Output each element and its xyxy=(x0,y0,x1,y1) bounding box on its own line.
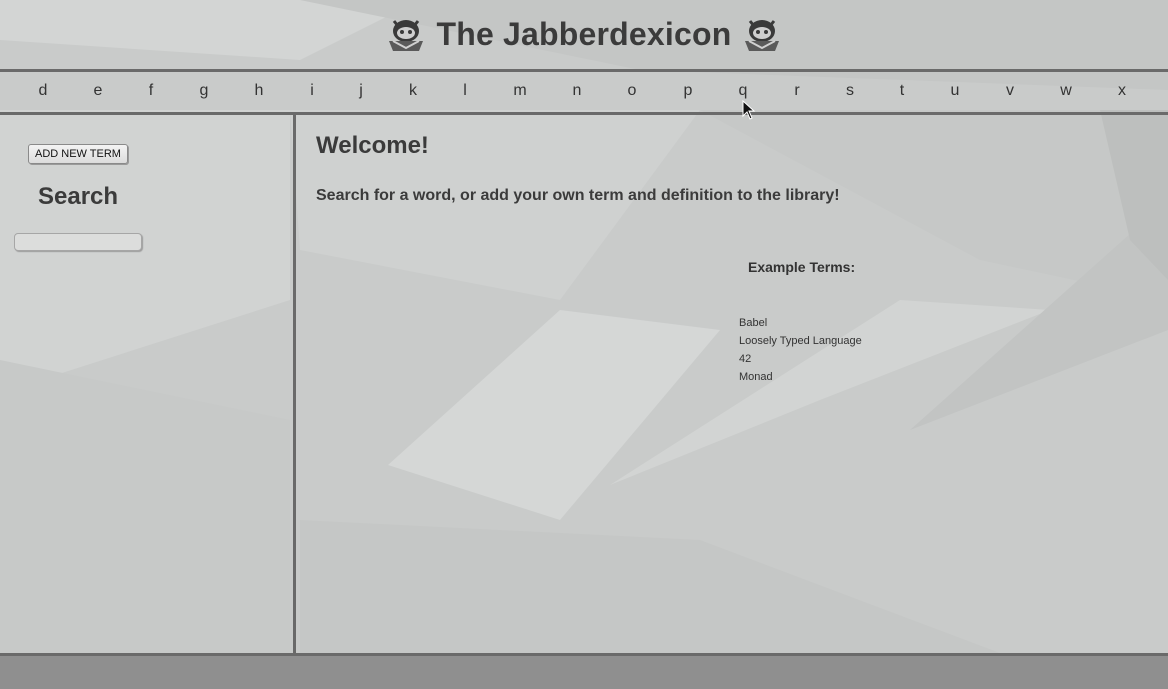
example-terms-heading: Example Terms: xyxy=(748,259,856,275)
example-term-link[interactable]: 42 xyxy=(739,350,862,368)
letter-link-x[interactable]: x xyxy=(1112,82,1132,100)
search-input[interactable] xyxy=(14,233,142,251)
letter-link-u[interactable]: u xyxy=(945,82,965,100)
letter-link-o[interactable]: o xyxy=(622,82,642,100)
main-content: Welcome! Search for a word, or add your … xyxy=(296,115,1168,653)
letter-link-g[interactable]: g xyxy=(194,82,214,100)
site-title: The Jabberdexicon xyxy=(436,16,732,52)
mouse-cursor-icon xyxy=(742,100,756,120)
letter-link-e[interactable]: e xyxy=(88,82,108,100)
letter-link-d[interactable]: d xyxy=(33,82,53,100)
letter-link-j[interactable]: j xyxy=(351,82,371,100)
site-header: The Jabberdexicon xyxy=(0,0,1168,69)
letter-link-f[interactable]: f xyxy=(141,82,161,100)
letter-link-w[interactable]: w xyxy=(1056,82,1076,100)
example-terms-list: Babel Loosely Typed Language 42 Monad xyxy=(739,314,862,386)
footer-bar xyxy=(0,653,1168,689)
letter-link-s[interactable]: s xyxy=(840,82,860,100)
letter-link-i[interactable]: i xyxy=(302,82,322,100)
letter-link-r[interactable]: r xyxy=(787,82,807,100)
example-term-link[interactable]: Monad xyxy=(739,368,862,386)
octocat-mascot-icon xyxy=(389,19,424,51)
letter-link-v[interactable]: v xyxy=(1000,82,1020,100)
letter-link-n[interactable]: n xyxy=(567,82,587,100)
example-term-link[interactable]: Loosely Typed Language xyxy=(739,332,862,350)
letter-link-k[interactable]: k xyxy=(403,82,423,100)
letter-link-l[interactable]: l xyxy=(455,82,475,100)
letter-link-t[interactable]: t xyxy=(892,82,912,100)
octocat-mascot-icon xyxy=(744,19,779,51)
letter-link-p[interactable]: p xyxy=(678,82,698,100)
example-term-link[interactable]: Babel xyxy=(739,314,862,332)
letter-link-m[interactable]: m xyxy=(510,82,530,100)
alphabet-nav: d e f g h i j k l m n o p q r s t u v w x xyxy=(0,69,1168,115)
letter-link-h[interactable]: h xyxy=(249,82,269,100)
letter-link-q[interactable]: q xyxy=(733,82,753,100)
sidebar: ADD NEW TERM Search xyxy=(0,115,296,653)
welcome-heading: Welcome! xyxy=(316,132,429,159)
add-new-term-button[interactable]: ADD NEW TERM xyxy=(28,144,128,164)
search-heading: Search xyxy=(38,183,119,210)
intro-text: Search for a word, or add your own term … xyxy=(316,187,840,204)
